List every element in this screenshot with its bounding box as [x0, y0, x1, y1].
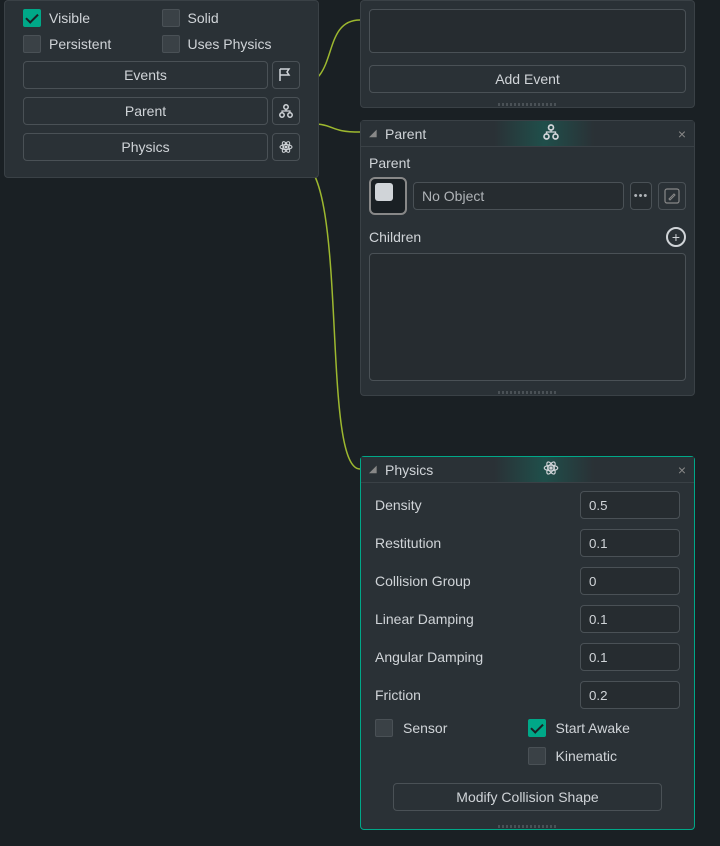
collision-group-label: Collision Group — [375, 573, 580, 589]
parent-panel-header: ◢ Parent × — [361, 121, 694, 147]
linear-damping-label: Linear Damping — [375, 611, 580, 627]
hierarchy-icon — [278, 103, 294, 119]
pencil-icon — [664, 188, 680, 204]
restitution-label: Restitution — [375, 535, 580, 551]
resize-grip[interactable] — [361, 101, 694, 107]
collapse-arrow-icon[interactable]: ◢ — [369, 128, 379, 139]
persistent-checkbox-item: Persistent — [23, 35, 162, 53]
edit-button[interactable] — [658, 182, 686, 210]
parent-object-thumbnail[interactable] — [369, 177, 407, 215]
physics-panel: ◢ Physics × Density Restitution Collisio… — [360, 456, 695, 830]
visible-checkbox[interactable] — [23, 9, 41, 27]
events-button[interactable]: Events — [23, 61, 268, 89]
physics-button[interactable]: Physics — [23, 133, 268, 161]
atom-icon — [542, 459, 560, 480]
restitution-input[interactable] — [580, 529, 680, 557]
collapse-arrow-icon[interactable]: ◢ — [369, 464, 379, 475]
events-icon-button[interactable] — [272, 61, 300, 89]
angular-damping-input[interactable] — [580, 643, 680, 671]
add-event-button[interactable]: Add Event — [369, 65, 686, 93]
linear-damping-input[interactable] — [580, 605, 680, 633]
events-panel: Add Event — [360, 0, 695, 108]
events-list-box[interactable] — [369, 9, 686, 53]
uses-physics-checkbox[interactable] — [162, 35, 180, 53]
parent-icon-button[interactable] — [272, 97, 300, 125]
kinematic-checkbox[interactable] — [528, 747, 546, 765]
start-awake-checkbox[interactable] — [528, 719, 546, 737]
parent-field-label: Parent — [369, 155, 686, 171]
angular-damping-label: Angular Damping — [375, 649, 580, 665]
resize-grip[interactable] — [361, 389, 694, 395]
persistent-label: Persistent — [49, 36, 111, 52]
atom-icon — [278, 139, 294, 155]
physics-panel-header: ◢ Physics × — [361, 457, 694, 483]
friction-input[interactable] — [580, 681, 680, 709]
children-list-box[interactable] — [369, 253, 686, 381]
visible-label: Visible — [49, 10, 90, 26]
start-awake-label: Start Awake — [556, 720, 630, 736]
modify-collision-shape-button[interactable]: Modify Collision Shape — [393, 783, 662, 811]
physics-icon-button[interactable] — [272, 133, 300, 161]
parent-panel: ◢ Parent × Parent No Object ••• Children… — [360, 120, 695, 396]
add-child-button[interactable]: + — [666, 227, 686, 247]
close-button[interactable]: × — [678, 462, 686, 478]
parent-button[interactable]: Parent — [23, 97, 268, 125]
persistent-checkbox[interactable] — [23, 35, 41, 53]
object-properties-panel: Visible Solid Persistent Uses Physics Ev… — [4, 0, 319, 178]
uses-physics-label: Uses Physics — [188, 36, 272, 52]
solid-label: Solid — [188, 10, 219, 26]
collision-group-input[interactable] — [580, 567, 680, 595]
panel-title: Physics — [385, 462, 433, 478]
sensor-checkbox[interactable] — [375, 719, 393, 737]
solid-checkbox-item: Solid — [162, 9, 301, 27]
flag-icon — [278, 67, 294, 83]
solid-checkbox[interactable] — [162, 9, 180, 27]
kinematic-label: Kinematic — [556, 748, 617, 764]
friction-label: Friction — [375, 687, 580, 703]
uses-physics-checkbox-item: Uses Physics — [162, 35, 301, 53]
close-button[interactable]: × — [678, 126, 686, 142]
panel-title: Parent — [385, 126, 426, 142]
sensor-label: Sensor — [403, 720, 447, 736]
hierarchy-icon — [542, 123, 560, 144]
resize-grip[interactable] — [361, 823, 694, 829]
children-label: Children — [369, 229, 421, 245]
parent-object-input[interactable]: No Object — [413, 182, 624, 210]
visible-checkbox-item: Visible — [23, 9, 162, 27]
browse-button[interactable]: ••• — [630, 182, 652, 210]
density-input[interactable] — [580, 491, 680, 519]
density-label: Density — [375, 497, 580, 513]
